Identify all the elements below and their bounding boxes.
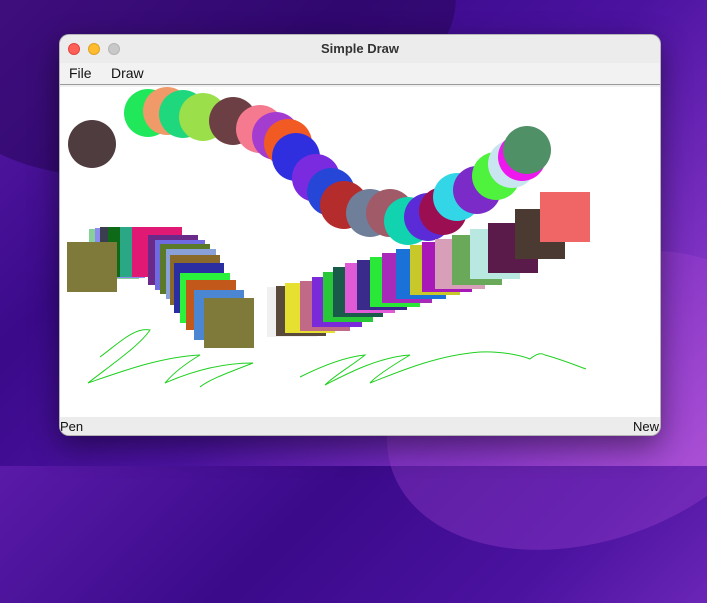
drawn-circle xyxy=(68,120,116,168)
app-window: Simple Draw File Draw Pen New xyxy=(59,34,661,436)
menu-file[interactable]: File xyxy=(67,65,94,81)
status-action: New xyxy=(632,419,659,434)
drawn-square xyxy=(204,298,254,348)
drawn-square xyxy=(540,192,590,242)
window-title: Simple Draw xyxy=(320,41,400,56)
drawing-surface[interactable] xyxy=(60,87,660,417)
drawn-square xyxy=(67,242,117,292)
pen-stroke xyxy=(299,351,587,386)
drawn-circle xyxy=(503,126,551,174)
status-tool: Pen xyxy=(60,419,84,434)
status-bar: Pen New xyxy=(60,417,660,435)
title-bar[interactable]: Simple Draw xyxy=(60,35,660,64)
drawing-canvas[interactable] xyxy=(60,87,660,417)
menu-bar: File Draw xyxy=(60,63,660,85)
menu-draw[interactable]: Draw xyxy=(109,65,146,81)
